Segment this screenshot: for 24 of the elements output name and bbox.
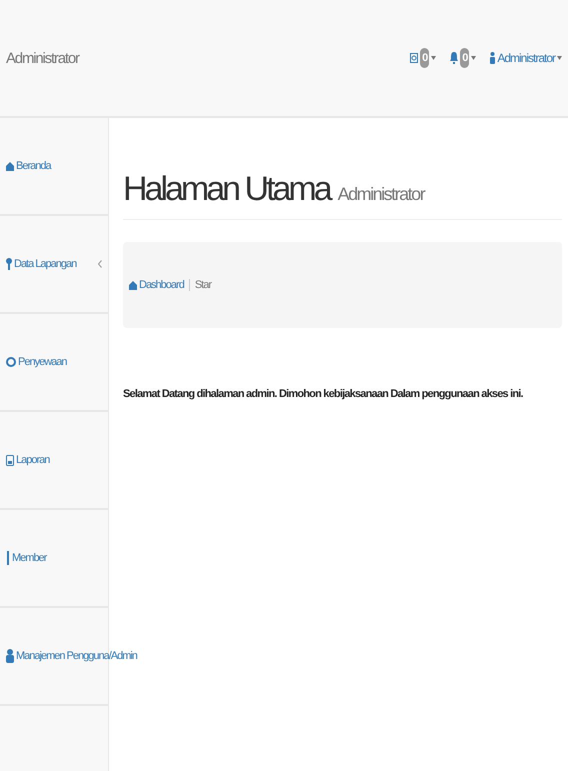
welcome-message: Selamat Datang dihalaman admin. Dimohon kebijaksanaan Dalam penggunaan akses ini. (123, 388, 524, 400)
breadcrumb-link[interactable]: Dashboard (129, 279, 184, 291)
page-subtitle: Administrator (338, 184, 424, 205)
user-dropdown[interactable]: Administrator (490, 51, 562, 65)
sidebar-item[interactable]: Laporan (6, 454, 50, 466)
bell-icon (450, 52, 458, 64)
pin-icon (6, 258, 12, 270)
home-icon (6, 161, 14, 171)
sidebar-item[interactable]: Manajemen Pengguna/Admin (6, 649, 137, 663)
home-icon (129, 280, 137, 290)
alerts-dropdown[interactable]: 0 (450, 48, 476, 68)
caret-icon (431, 56, 436, 60)
sidebar-item[interactable]: Data Lapangan (6, 258, 76, 270)
caret-icon (557, 56, 562, 60)
sidebar-item[interactable]: Beranda (6, 160, 51, 172)
document-icon (6, 454, 14, 466)
sidebar-item[interactable]: Penyewaan (6, 356, 66, 368)
sidebar-item[interactable]: Member (6, 551, 46, 565)
messages-dropdown[interactable]: 0 (410, 48, 436, 68)
breadcrumb-current: Star (194, 279, 212, 291)
page-title: Halaman Utama (123, 170, 330, 209)
brand-title[interactable]: Administrator (6, 50, 79, 66)
caret-icon (471, 56, 476, 60)
users-icon (6, 649, 14, 663)
